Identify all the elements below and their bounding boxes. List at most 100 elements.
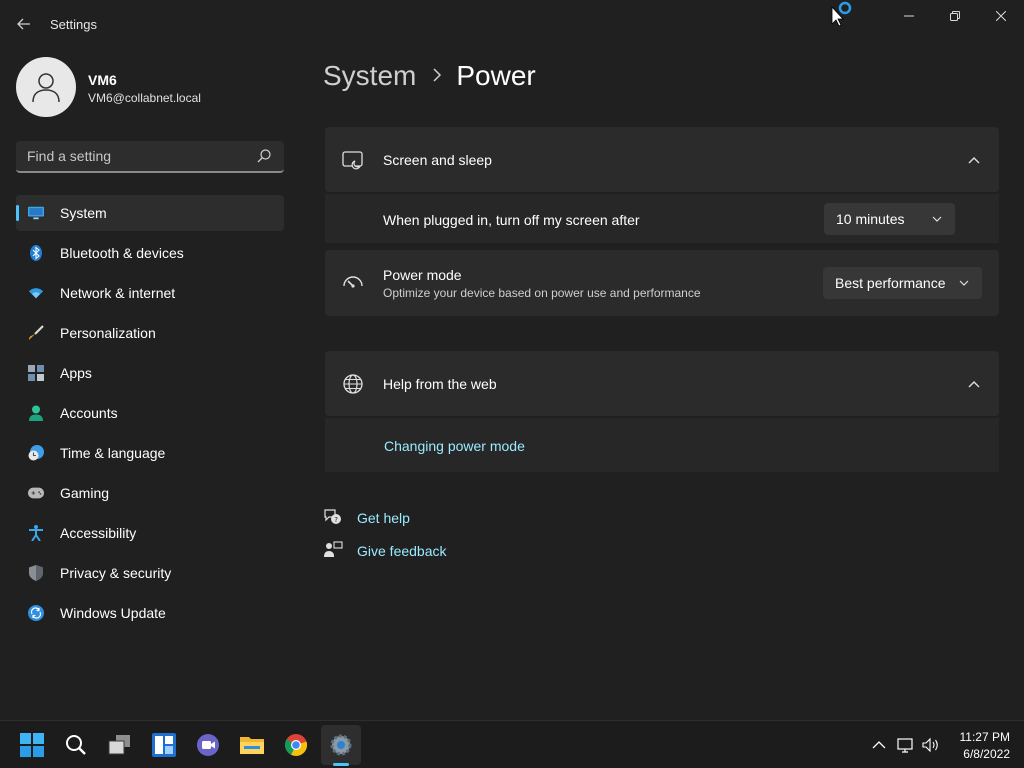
task-view-icon <box>108 735 130 755</box>
file-explorer-button[interactable] <box>232 725 272 765</box>
bluetooth-icon <box>28 245 44 261</box>
chevron-down-icon <box>959 280 969 286</box>
avatar[interactable] <box>16 57 76 117</box>
chrome-icon <box>285 734 308 756</box>
minimize-icon <box>904 15 914 17</box>
power-mode-dropdown[interactable]: Best performance <box>823 267 982 299</box>
help-web-header[interactable]: Help from the web <box>325 351 999 416</box>
taskbar-search-button[interactable] <box>56 725 96 765</box>
brush-icon <box>28 325 44 341</box>
clock-globe-icon <box>28 445 44 461</box>
sidebar-item-privacy[interactable]: Privacy & security <box>16 555 284 591</box>
title-bar: Settings <box>0 0 1024 48</box>
sidebar-item-label: Time & language <box>60 445 166 461</box>
sidebar-item-label: Apps <box>60 365 92 381</box>
sidebar-item-label: Network & internet <box>60 285 176 301</box>
apps-icon <box>28 365 44 381</box>
sidebar-item-label: Windows Update <box>60 605 166 621</box>
user-email: VM6@collabnet.local <box>88 91 201 105</box>
wifi-icon <box>28 285 44 301</box>
power-mode-description: Optimize your device based on power use … <box>383 286 701 300</box>
app-title: Settings <box>50 17 97 32</box>
restore-icon <box>950 11 960 21</box>
close-icon <box>996 11 1006 21</box>
help-web-content: Changing power mode <box>325 418 999 472</box>
widgets-icon <box>152 733 176 757</box>
sidebar-item-label: Accessibility <box>60 525 137 541</box>
taskbar-time[interactable]: 11:27 PM <box>940 730 1010 744</box>
give-feedback-link[interactable]: Give feedback <box>357 543 447 559</box>
sidebar-item-label: Personalization <box>60 325 156 341</box>
person-icon <box>32 73 60 103</box>
sidebar-item-personalization[interactable]: Personalization <box>16 315 284 351</box>
folder-icon <box>240 737 264 754</box>
breadcrumb-parent[interactable]: System <box>323 60 416 92</box>
sidebar-item-accessibility[interactable]: Accessibility <box>16 515 284 551</box>
screen-timeout-dropdown[interactable]: 10 minutes <box>824 203 955 235</box>
sidebar-item-label: System <box>60 205 107 221</box>
sidebar-item-time-language[interactable]: Time & language <box>16 435 284 471</box>
breadcrumb: System Power <box>323 58 536 94</box>
chevron-right-icon <box>432 66 442 87</box>
start-button[interactable] <box>12 725 52 765</box>
settings-taskbar-button[interactable] <box>321 725 361 765</box>
globe-icon <box>343 374 363 394</box>
screen-timeout-value: 10 minutes <box>836 211 905 227</box>
sidebar-item-network[interactable]: Network & internet <box>16 275 284 311</box>
chevron-up-icon[interactable] <box>870 736 888 754</box>
power-mode-value: Best performance <box>835 275 946 291</box>
page-title: Power <box>456 60 536 91</box>
windows-logo-icon <box>20 733 44 757</box>
back-button[interactable] <box>12 12 36 36</box>
sidebar-item-accounts[interactable]: Accounts <box>16 395 284 431</box>
sidebar-item-gaming[interactable]: Gaming <box>16 475 284 511</box>
gamepad-icon <box>28 485 44 501</box>
sidebar-item-label: Accounts <box>60 405 118 421</box>
minimize-button[interactable] <box>886 4 932 28</box>
screen-sleep-title: Screen and sleep <box>383 152 492 168</box>
network-icon[interactable] <box>897 736 915 754</box>
chrome-button[interactable] <box>276 725 316 765</box>
sidebar-item-label: Gaming <box>60 485 110 501</box>
task-view-button[interactable] <box>100 725 140 765</box>
volume-icon[interactable] <box>922 736 940 754</box>
screen-timeout-label: When plugged in, turn off my screen afte… <box>383 212 640 228</box>
power-mode-icon <box>343 276 363 288</box>
active-app-indicator <box>333 763 349 766</box>
sidebar-item-apps[interactable]: Apps <box>16 355 284 391</box>
sidebar-item-windows-update[interactable]: Windows Update <box>16 595 284 631</box>
sidebar-item-bluetooth[interactable]: Bluetooth & devices <box>16 235 284 271</box>
taskbar-date[interactable]: 6/8/2022 <box>940 747 1010 761</box>
screen-sleep-icon <box>342 151 363 170</box>
power-mode-title: Power mode <box>383 267 462 283</box>
help-web-title: Help from the web <box>383 376 497 392</box>
sidebar-nav: System Bluetooth & devices Network & int… <box>16 195 284 635</box>
system-icon <box>28 205 44 221</box>
video-chat-icon <box>197 734 219 756</box>
user-name: VM6 <box>88 72 117 88</box>
restore-button[interactable] <box>932 4 978 28</box>
widgets-button[interactable] <box>144 725 184 765</box>
chevron-up-icon[interactable] <box>967 153 981 167</box>
screen-sleep-header[interactable]: Screen and sleep <box>325 127 999 192</box>
update-icon <box>28 605 44 621</box>
sidebar-item-label: Bluetooth & devices <box>60 245 184 261</box>
svg-text:?: ? <box>334 516 338 524</box>
search-box[interactable] <box>16 141 284 173</box>
changing-power-mode-link[interactable]: Changing power mode <box>384 438 525 454</box>
get-help-link[interactable]: Get help <box>357 510 410 526</box>
chevron-up-icon[interactable] <box>967 377 981 391</box>
sidebar-item-system[interactable]: System <box>16 195 284 231</box>
close-button[interactable] <box>978 4 1024 28</box>
accessibility-icon <box>28 525 44 541</box>
power-mode-card: Power mode Optimize your device based on… <box>325 250 999 316</box>
gear-icon <box>330 734 352 756</box>
screen-timeout-row: When plugged in, turn off my screen afte… <box>325 194 999 243</box>
search-icon[interactable] <box>256 148 272 164</box>
shield-icon <box>28 565 44 581</box>
teams-chat-button[interactable] <box>188 725 228 765</box>
chevron-down-icon <box>932 216 942 222</box>
search-input[interactable] <box>16 141 256 171</box>
feedback-icon <box>324 541 343 557</box>
arrow-left-icon <box>17 18 30 30</box>
